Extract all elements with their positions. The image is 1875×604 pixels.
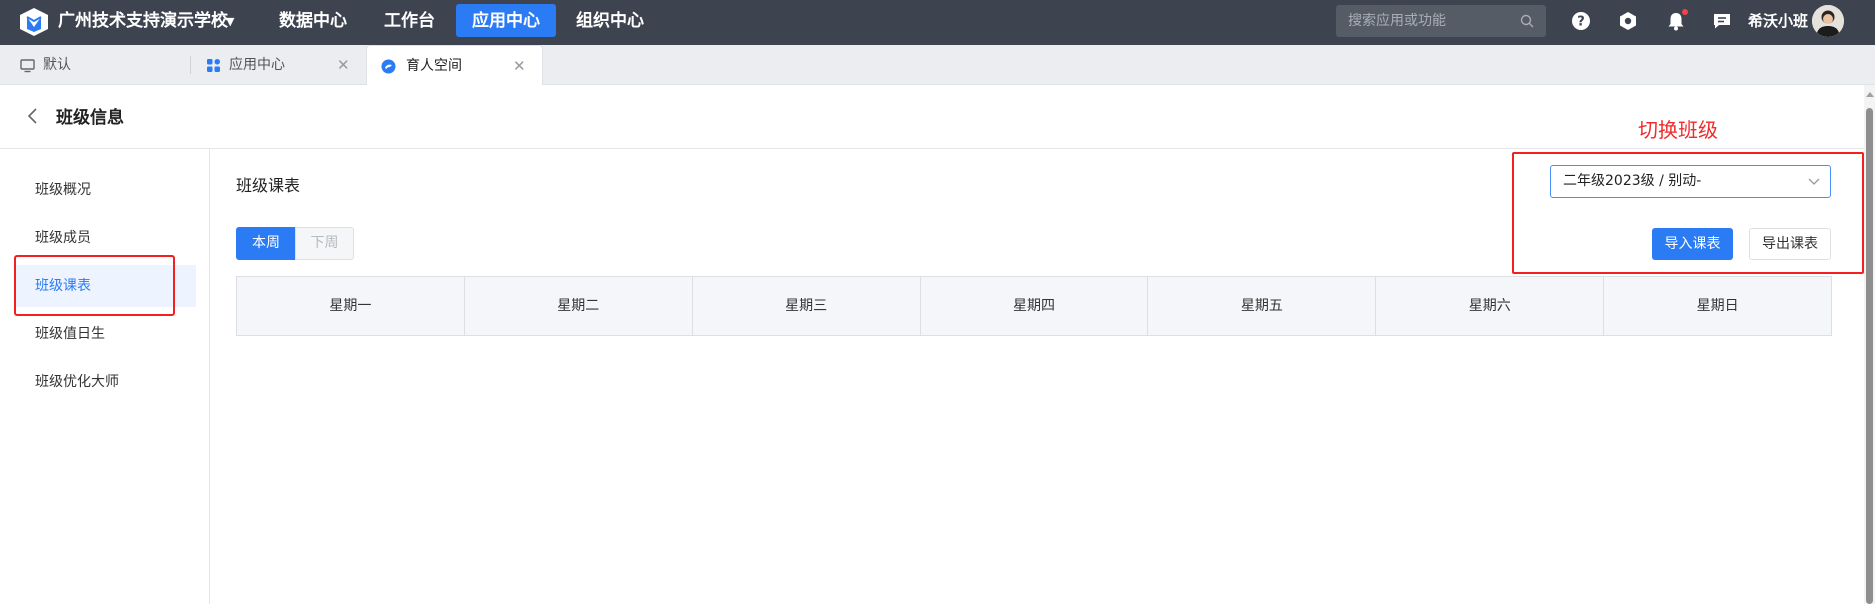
monitor-icon [20,59,35,73]
tab-label: 育人空间 [406,58,462,74]
tab-default[interactable]: 默认 [0,45,190,85]
timetable-header-wednesday: 星期三 [693,277,921,335]
timetable-header-tuesday: 星期二 [465,277,693,335]
top-navigation-bar: 广州技术支持演示学校 ▼ 数据中心 工作台 应用中心 组织中心 搜索应用或功能 … [0,0,1875,45]
export-timetable-button[interactable]: 导出课表 [1749,228,1831,260]
svg-text:?: ? [1577,15,1585,30]
apps-grid-icon [207,59,220,72]
search-placeholder: 搜索应用或功能 [1348,13,1446,29]
notification-badge [1682,9,1688,15]
tab-app-center[interactable]: 应用中心 ✕ [192,45,362,85]
timetable-header-friday: 星期五 [1148,277,1377,335]
school-name[interactable]: 广州技术支持演示学校 [58,0,228,45]
header-divider [0,148,1864,149]
school-switch-caret-icon[interactable]: ▼ [226,15,234,28]
import-timetable-button[interactable]: 导入课表 [1652,228,1733,260]
scroll-up-arrow-icon[interactable] [1866,92,1874,97]
message-icon[interactable] [1711,10,1733,32]
close-icon[interactable]: ✕ [513,46,526,86]
timetable-header-sunday: 星期日 [1696,298,1739,314]
tab-label: 默认 [43,57,71,73]
chevron-down-icon [1808,178,1820,185]
close-icon[interactable]: ✕ [337,45,350,85]
school-logo-icon[interactable] [18,7,50,37]
space-app-icon [381,59,396,74]
annotation-highlight-box [14,255,175,316]
menu-item-class-optimizer[interactable]: 班级优化大师 [14,361,196,403]
timetable-header-monday: 星期一 [237,277,465,335]
next-week-button[interactable]: 下周 [295,227,354,260]
search-box[interactable]: 搜索应用或功能 [1336,5,1546,37]
section-title: 班级课表 [236,176,301,195]
side-menu: 班级概况 班级成员 班级课表 班级值日生 班级优化大师 [0,149,210,604]
timetable-header-row: 星期一 星期二 星期三 星期四 星期五 星期六 星期日 [236,276,1832,336]
search-icon[interactable] [1520,14,1534,28]
settings-hexagon-icon[interactable] [1617,10,1639,32]
help-icon[interactable]: ? [1570,10,1592,32]
class-select-dropdown[interactable]: 二年级2023级 / 别动- [1550,165,1831,198]
menu-item-duty-students[interactable]: 班级值日生 [14,313,196,355]
nav-workbench[interactable]: 工作台 [368,4,451,37]
nav-org-center[interactable]: 组织中心 [560,4,660,37]
tab-space-active[interactable]: 育人空间 ✕ [366,45,543,85]
menu-item-class-members[interactable]: 班级成员 [14,217,196,259]
annotation-switch-class: 切换班级 [1638,118,1718,142]
this-week-button[interactable]: 本周 [236,227,296,260]
scrollbar-thumb[interactable] [1866,108,1873,604]
user-name[interactable]: 希沃小班 [1748,0,1808,43]
avatar[interactable] [1812,5,1844,37]
user-avatar-image [1812,5,1844,37]
tab-label: 应用中心 [229,57,285,73]
nav-data-center[interactable]: 数据中心 [263,4,363,37]
page-title: 班级信息 [56,108,124,128]
timetable-header-saturday: 星期六 [1376,277,1605,335]
menu-item-class-overview[interactable]: 班级概况 [14,169,196,211]
timetable-header-thursday: 星期四 [921,277,1149,335]
tab-divider [190,56,191,74]
back-arrow-icon[interactable] [26,107,40,125]
nav-app-center[interactable]: 应用中心 [456,4,556,37]
class-select-value: 二年级2023级 / 别动- [1563,173,1702,189]
tab-strip: 默认 应用中心 ✕ 育人空间 ✕ [0,45,1875,85]
